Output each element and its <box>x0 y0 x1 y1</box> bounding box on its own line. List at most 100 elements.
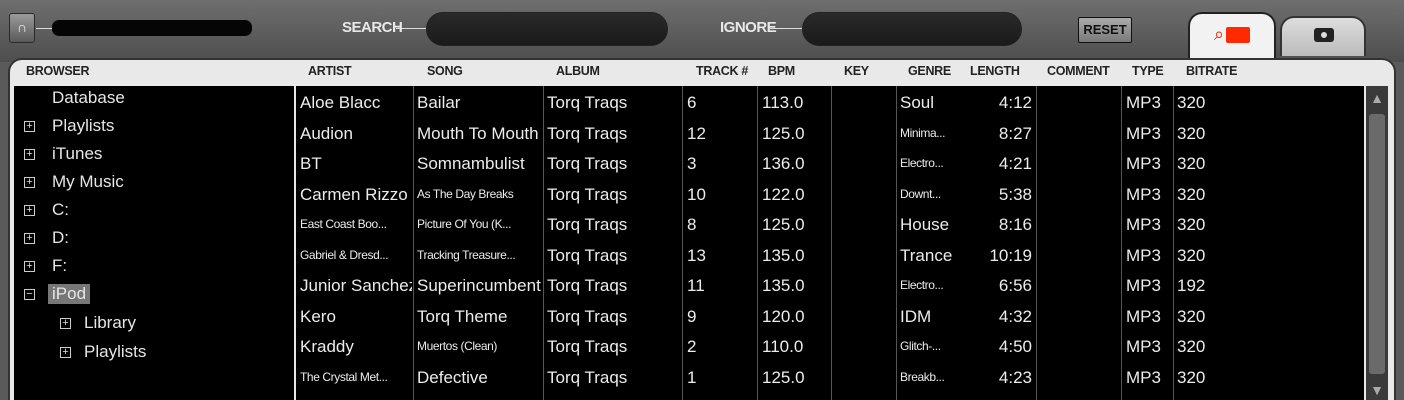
tree-item-database[interactable]: Database <box>52 88 125 108</box>
cell-key <box>835 209 895 240</box>
header-artist[interactable]: ARTIST <box>308 64 352 78</box>
cell-key <box>835 331 895 362</box>
cell-genre: Electro... <box>900 278 944 292</box>
cell-song: Tracking Treasure... <box>417 247 516 262</box>
cell-genre: Electro... <box>900 156 944 170</box>
table-row[interactable]: Junior Sanchez Superincumbent Torq Traqs 11… <box>296 270 1364 301</box>
header-album[interactable]: ALBUM <box>556 64 600 78</box>
cell-artist: Audion <box>300 123 353 143</box>
table-row[interactable]: BT Somnambulist Torq Traqs 3 136.0 Electro...… <box>296 148 1364 179</box>
table-row[interactable]: Aloe Blacc Bailar Torq Traqs 6 113.0 Soul 4:12… <box>296 87 1364 118</box>
search-input[interactable] <box>426 12 668 46</box>
cell-type: MP3 <box>1126 245 1161 265</box>
cell-artist: East Coast Boo... <box>300 217 387 231</box>
expand-icon[interactable]: + <box>60 347 71 358</box>
scroll-up-icon[interactable]: ▲ <box>1368 88 1386 108</box>
header-bitrate[interactable]: BITRATE <box>1186 64 1237 78</box>
cell-song: Muertos (Clean) <box>417 339 498 353</box>
cell-bitrate: 320 <box>1177 184 1206 204</box>
browser-panel: BROWSER ARTIST SONG ALBUM TRACK # BPM KE… <box>8 58 1396 400</box>
table-row[interactable]: Audion Mouth To Mouth Torq Traqs 12 125.0 Min… <box>296 118 1364 149</box>
cell-length: 4:50 <box>998 337 1032 356</box>
tree-item-ipod-playlists[interactable]: Playlists <box>84 342 146 362</box>
header-length[interactable]: LENGTH <box>970 64 1020 78</box>
table-row[interactable]: Carmen Rizzo As The Day Breaks Torq Traqs 1… <box>296 179 1364 210</box>
cell-artist: Junior Sanchez <box>300 276 412 295</box>
expand-icon[interactable]: + <box>60 318 71 329</box>
tree-item-drive-c[interactable]: C: <box>52 200 69 220</box>
expand-icon[interactable]: + <box>24 261 35 272</box>
cell-comment <box>1041 240 1119 271</box>
cell-album: Torq Traqs <box>547 154 628 173</box>
header-genre[interactable]: GENRE <box>908 64 951 78</box>
tab-browser[interactable]: ⌕ <box>1188 12 1276 62</box>
cell-track: 1 <box>687 367 697 387</box>
expand-icon[interactable]: + <box>24 149 35 160</box>
tree-item-my-music[interactable]: My Music <box>52 172 124 192</box>
tree-item-itunes[interactable]: iTunes <box>52 144 102 164</box>
table-row[interactable]: The Crystal Met... Defective Torq Traqs 1 12… <box>296 362 1364 393</box>
header-browser[interactable]: BROWSER <box>26 64 89 78</box>
expand-icon[interactable]: + <box>24 205 35 216</box>
cell-song: Bailar <box>417 93 461 112</box>
reset-button[interactable]: RESET <box>1078 17 1132 43</box>
expand-icon[interactable]: + <box>24 121 35 132</box>
cell-length: 5:38 <box>998 184 1032 204</box>
cell-track: 13 <box>687 245 706 265</box>
cell-genre: IDM <box>900 306 932 326</box>
tree-item-library[interactable]: Library <box>84 313 136 333</box>
cell-length: 6:56 <box>998 276 1032 295</box>
cell-artist: Carmen Rizzo <box>300 184 408 204</box>
cell-genre: Minima... <box>900 125 946 140</box>
folder-icon <box>1226 27 1251 44</box>
cell-album: Torq Traqs <box>547 367 628 387</box>
header-song[interactable]: SONG <box>427 64 463 78</box>
cell-genre: House <box>900 215 950 234</box>
header-type[interactable]: TYPE <box>1132 64 1164 78</box>
tree-item-ipod[interactable]: iPod <box>48 284 91 304</box>
expand-icon[interactable]: + <box>24 233 35 244</box>
cell-track: 12 <box>687 123 706 143</box>
vertical-scrollbar[interactable]: ▲ ▼ <box>1366 86 1388 400</box>
table-row[interactable]: Kero Torq Theme Torq Traqs 9 120.0 IDM 4:32 MP3… <box>296 301 1364 332</box>
header-comment[interactable]: COMMENT <box>1047 64 1110 78</box>
tree-item-drive-d[interactable]: D: <box>52 228 69 248</box>
browser-tree: Database + Playlists + iTunes + My Music… <box>14 86 294 400</box>
table-row[interactable]: Gabriel & Dresd... Tracking Treasure... To… <box>296 240 1364 271</box>
scroll-down-icon[interactable]: ▼ <box>1368 380 1386 400</box>
cell-album: Torq Traqs <box>547 337 628 356</box>
cell-comment <box>1041 362 1119 393</box>
cell-bpm: 136.0 <box>762 154 805 173</box>
expand-icon[interactable]: + <box>24 177 35 188</box>
cell-bitrate: 320 <box>1177 154 1206 173</box>
cell-album: Torq Traqs <box>547 245 628 265</box>
header-key[interactable]: KEY <box>844 64 869 78</box>
cell-bpm: 125.0 <box>762 123 805 143</box>
tab-camera[interactable] <box>1280 16 1366 56</box>
search-label: SEARCH <box>342 19 403 36</box>
cell-bitrate: 192 <box>1177 276 1206 295</box>
cell-album: Torq Traqs <box>547 184 628 204</box>
tree-item-drive-f[interactable]: F: <box>52 256 67 276</box>
scroll-thumb[interactable] <box>1369 114 1385 374</box>
header-bpm[interactable]: BPM <box>768 64 795 78</box>
headphones-icon[interactable]: ∩ <box>9 13 35 43</box>
cell-length: 4:23 <box>998 367 1032 387</box>
cell-bitrate: 320 <box>1177 215 1206 234</box>
cell-song: Somnambulist <box>417 154 525 173</box>
ignore-input[interactable] <box>802 12 1022 46</box>
cell-song: Mouth To Mouth <box>417 123 539 143</box>
header-track[interactable]: TRACK # <box>696 64 748 78</box>
cell-type: MP3 <box>1126 215 1161 234</box>
cell-song: Defective <box>417 367 488 387</box>
tree-item-playlists[interactable]: Playlists <box>52 116 114 136</box>
collapse-icon[interactable]: − <box>24 289 35 300</box>
cell-artist: BT <box>300 154 322 173</box>
deck-select-field[interactable] <box>52 20 252 36</box>
cell-bpm: 135.0 <box>762 245 805 265</box>
cell-bpm: 113.0 <box>762 93 804 112</box>
table-row[interactable]: East Coast Boo... Picture Of You (K... Tor… <box>296 209 1364 240</box>
table-row[interactable]: Kraddy Muertos (Clean) Torq Traqs 2 110.0 Gli… <box>296 331 1364 362</box>
cell-bpm: 135.0 <box>762 276 805 295</box>
cell-track: 3 <box>687 154 697 173</box>
